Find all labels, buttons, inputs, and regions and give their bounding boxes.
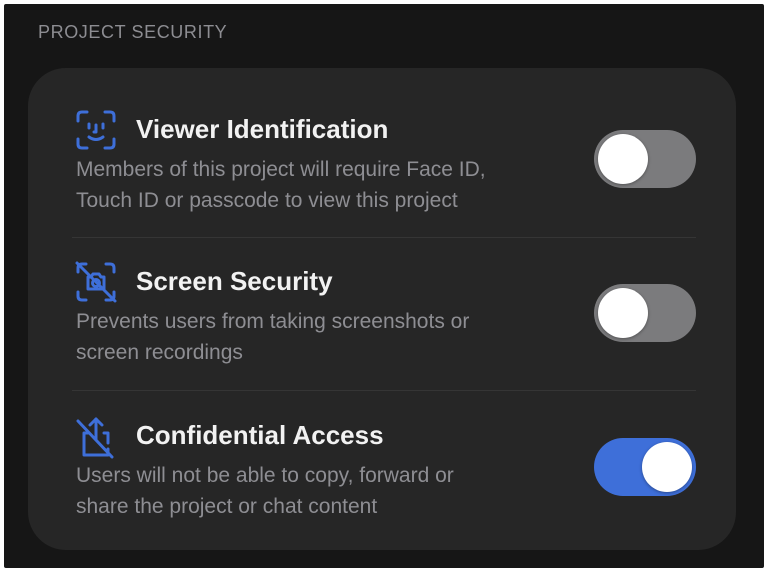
setting-row-screen-security: Screen Security Prevents users from taki… — [28, 238, 736, 392]
setting-description-line: Members of this project will require Fac… — [76, 158, 486, 181]
setting-description: Users will not be able to copy, forward … — [76, 460, 596, 522]
setting-title: Screen Security — [136, 266, 333, 296]
share-blocked-icon — [74, 415, 118, 459]
screenshot-blocked-icon — [74, 260, 118, 304]
confidential-access-toggle[interactable] — [594, 438, 696, 496]
project-security-screen: PROJECT SECURITY Viewer Identification M… — [4, 4, 764, 568]
setting-description-line: Prevents users from taking screenshots o… — [76, 310, 470, 333]
setting-description: Prevents users from taking screenshots o… — [76, 306, 596, 368]
setting-description-line: Touch ID or passcode to view this projec… — [76, 189, 458, 212]
security-settings-card: Viewer Identification Members of this pr… — [28, 68, 736, 550]
setting-title: Viewer Identification — [136, 114, 389, 144]
setting-description-line: Users will not be able to copy, forward … — [76, 464, 454, 487]
setting-description-line: share the project or chat content — [76, 495, 378, 518]
viewer-identification-toggle[interactable] — [594, 130, 696, 188]
setting-title: Confidential Access — [136, 420, 384, 450]
setting-row-viewer-identification: Viewer Identification Members of this pr… — [28, 68, 736, 222]
setting-row-confidential-access: Confidential Access Users will not be ab… — [28, 391, 736, 545]
toggle-knob — [642, 442, 692, 492]
setting-description: Members of this project will require Fac… — [76, 154, 596, 216]
section-header: PROJECT SECURITY — [38, 22, 228, 42]
screen-security-toggle[interactable] — [594, 284, 696, 342]
setting-description-line: screen recordings — [76, 341, 243, 364]
toggle-knob — [598, 134, 648, 184]
toggle-knob — [598, 288, 648, 338]
face-id-icon — [74, 108, 118, 152]
